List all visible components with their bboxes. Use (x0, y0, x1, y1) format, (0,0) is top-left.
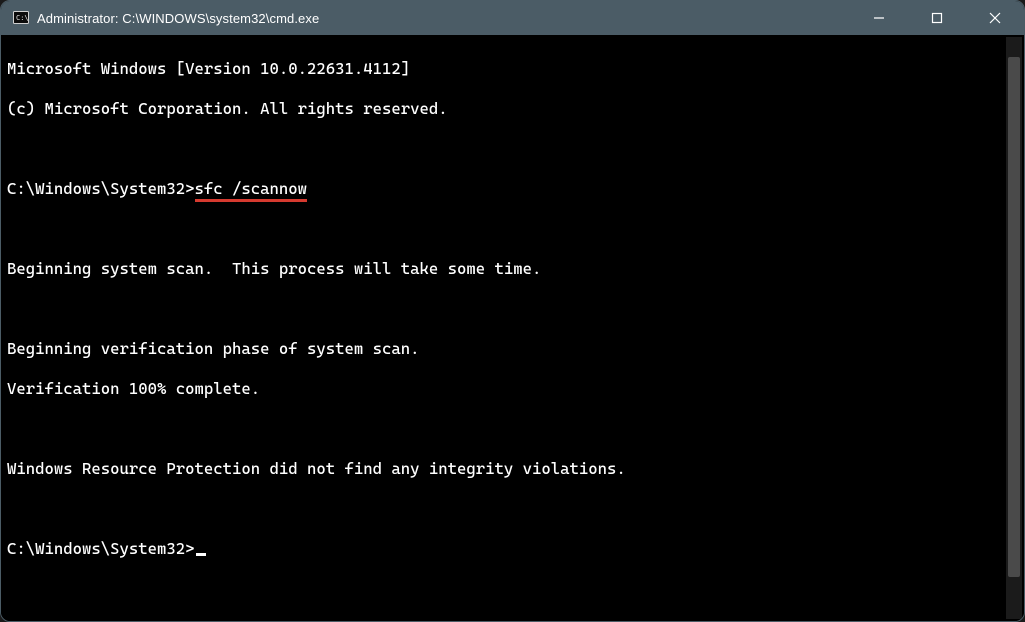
maximize-button[interactable] (908, 1, 966, 35)
minimize-icon (873, 12, 885, 24)
titlebar[interactable]: C:\ Administrator: C:\WINDOWS\system32\c… (1, 1, 1024, 35)
terminal-output[interactable]: Microsoft Windows [Version 10.0.22631.41… (7, 39, 1002, 615)
banner-copyright: (c) Microsoft Corporation. All rights re… (7, 99, 1002, 119)
svg-text:C:\: C:\ (16, 14, 29, 22)
scrollbar-thumb[interactable] (1008, 57, 1020, 577)
cmd-window: C:\ Administrator: C:\WINDOWS\system32\c… (0, 0, 1025, 622)
cmd-icon: C:\ (13, 10, 29, 26)
close-button[interactable] (966, 1, 1024, 35)
blank-line (7, 299, 1002, 319)
prompt-line-1: C:\Windows\System32>sfc /scannow (7, 179, 1002, 199)
blank-line (7, 219, 1002, 239)
text-cursor (196, 553, 206, 556)
prompt-line-2[interactable]: C:\Windows\System32> (7, 539, 1002, 559)
window-title: Administrator: C:\WINDOWS\system32\cmd.e… (37, 11, 319, 26)
prompt-path: C:\Windows\System32> (7, 539, 195, 558)
terminal-area[interactable]: Microsoft Windows [Version 10.0.22631.41… (1, 35, 1024, 621)
minimize-button[interactable] (850, 1, 908, 35)
blank-line (7, 499, 1002, 519)
typed-command: sfc /scannow (195, 179, 308, 202)
prompt-path: C:\Windows\System32> (7, 179, 195, 198)
blank-line (7, 419, 1002, 439)
verify-begin: Beginning verification phase of system s… (7, 339, 1002, 359)
scan-begin: Beginning system scan. This process will… (7, 259, 1002, 279)
verify-done: Verification 100% complete. (7, 379, 1002, 399)
result-line: Windows Resource Protection did not find… (7, 459, 1002, 479)
scrollbar-track[interactable] (1006, 37, 1022, 619)
close-icon (989, 12, 1001, 24)
blank-line (7, 139, 1002, 159)
banner-version: Microsoft Windows [Version 10.0.22631.41… (7, 59, 1002, 79)
maximize-icon (931, 12, 943, 24)
